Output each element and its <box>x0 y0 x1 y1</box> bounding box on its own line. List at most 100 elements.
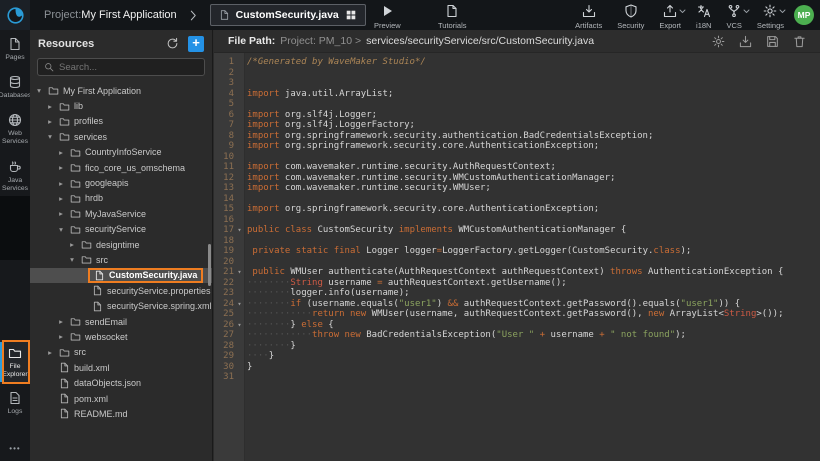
download-icon[interactable] <box>739 35 752 48</box>
expand-arrow-icon[interactable]: ▸ <box>56 194 66 203</box>
code-line[interactable]: 17 ▾ public class CustomSecurity impleme… <box>214 225 820 236</box>
tree-item-myjavaservice[interactable]: ▸ MyJavaService <box>30 206 212 221</box>
code-line[interactable]: 12 import com.wavemaker.runtime.security… <box>214 173 820 184</box>
plus-icon[interactable]: + <box>188 36 204 52</box>
expand-arrow-icon[interactable]: ▾ <box>45 132 55 141</box>
code-line[interactable]: 22 ········String username = authRequest… <box>214 278 820 289</box>
code-pane[interactable]: 1 /*Generated by WaveMaker Studio*/ 2 3 … <box>214 53 820 461</box>
tree-item-profiles[interactable]: ▸ profiles <box>30 114 212 129</box>
tree-item-googleapis[interactable]: ▸ googleapis <box>30 175 212 190</box>
code-line[interactable]: 31 <box>214 372 820 383</box>
grid-icon[interactable] <box>345 9 357 21</box>
topbar-action-vcs[interactable]: VCS <box>726 4 741 30</box>
tree-item-countryinfoservice[interactable]: ▸ CountryInfoService <box>30 145 212 160</box>
tree-item-src[interactable]: ▸ src <box>30 345 212 360</box>
preview-button[interactable]: Preview <box>374 4 401 30</box>
sidebar-item-file-explorer[interactable]: File Explorer <box>0 340 30 384</box>
code-line[interactable]: 8 import org.springframework.security.au… <box>214 131 820 142</box>
code-line[interactable]: 27 ············throw new BadCredentialsE… <box>214 330 820 341</box>
expand-arrow-icon[interactable]: ▸ <box>56 209 66 218</box>
save-icon[interactable] <box>766 35 779 48</box>
code-line[interactable]: 1 /*Generated by WaveMaker Studio*/ <box>214 57 820 68</box>
tree-item-pom-xml[interactable]: pom.xml <box>30 391 212 406</box>
expand-arrow-icon[interactable]: ▸ <box>67 240 77 249</box>
code-line[interactable]: 9 import org.springframework.security.co… <box>214 141 820 152</box>
code-line[interactable]: 13 import com.wavemaker.runtime.security… <box>214 183 820 194</box>
code-line[interactable]: 10 <box>214 152 820 163</box>
tree-item-my-first-application[interactable]: ▾ My First Application <box>30 83 212 98</box>
expand-arrow-icon[interactable]: ▸ <box>45 348 55 357</box>
code-line[interactable]: 29 ····} <box>214 351 820 362</box>
code-line[interactable]: 2 <box>214 68 820 79</box>
tree-item-fico-core-us-omschema[interactable]: ▸ fico_core_us_omschema <box>30 160 212 175</box>
code-line[interactable]: 19 private static final Logger logger=Lo… <box>214 246 820 257</box>
tree-item-lib[interactable]: ▸ lib <box>30 98 212 113</box>
expand-arrow-icon[interactable]: ▸ <box>56 179 66 188</box>
code-line[interactable]: 26 ▾ ········} else { <box>214 320 820 331</box>
code-line[interactable]: 15 import org.springframework.security.c… <box>214 204 820 215</box>
code-line[interactable]: 16 <box>214 215 820 226</box>
topbar-action-artifacts[interactable]: Artifacts <box>575 4 602 30</box>
tree-scrollbar[interactable] <box>208 244 211 286</box>
expand-arrow-icon[interactable]: ▸ <box>45 102 55 111</box>
code-line[interactable]: 14 <box>214 194 820 205</box>
tree-item-dataobjects-json[interactable]: dataObjects.json <box>30 375 212 390</box>
code-line[interactable]: 28 ········} <box>214 341 820 352</box>
code-line[interactable]: 18 <box>214 236 820 247</box>
resource-search[interactable] <box>37 58 205 76</box>
sidebar-item-logs[interactable]: Logs <box>0 384 30 422</box>
tree-item-securityservice[interactable]: ▾ securityService <box>30 222 212 237</box>
sidebar-item-databases[interactable]: Databases <box>0 68 30 106</box>
expand-arrow-icon[interactable]: ▸ <box>45 117 55 126</box>
tree-item-readme-md[interactable]: README.md <box>30 406 212 421</box>
gear-icon[interactable] <box>712 35 725 48</box>
code-line[interactable]: 23 ········logger.info(username); <box>214 288 820 299</box>
tab-customsecurity-java[interactable]: CustomSecurity.java <box>210 4 366 26</box>
search-input[interactable] <box>59 62 198 73</box>
tree-item-build-xml[interactable]: build.xml <box>30 360 212 375</box>
tree-item-services[interactable]: ▾ services <box>30 129 212 144</box>
fold-arrow-icon <box>234 341 245 352</box>
tree-item-hrdb[interactable]: ▸ hrdb <box>30 191 212 206</box>
topbar-action-export[interactable]: Export <box>659 4 681 30</box>
tree-item-src[interactable]: ▾ src <box>30 252 212 267</box>
line-number: 1 <box>214 57 234 68</box>
expand-arrow-icon[interactable]: ▸ <box>56 148 66 157</box>
tree-item-securityservice-properties[interactable]: securityService.properties <box>30 283 212 298</box>
expand-arrow-icon[interactable]: ▸ <box>56 163 66 172</box>
code-line[interactable]: 4 import java.util.ArrayList; <box>214 89 820 100</box>
code-line[interactable]: 21 ▾ public WMUser authenticate(AuthRequ… <box>214 267 820 278</box>
expand-arrow-icon[interactable]: ▾ <box>56 225 66 234</box>
project-switcher[interactable]: Project:My First Application <box>44 9 177 21</box>
code-line[interactable]: 24 ▾ ········if (username.equals("user1"… <box>214 299 820 310</box>
expand-arrow-icon[interactable]: ▸ <box>56 332 66 341</box>
sidebar-item-pages[interactable]: Pages <box>0 30 30 68</box>
code-line[interactable]: 11 import com.wavemaker.runtime.security… <box>214 162 820 173</box>
expand-arrow-icon[interactable]: ▸ <box>56 317 66 326</box>
topbar-action-security[interactable]: Security <box>617 4 644 30</box>
sidebar-item-web-services[interactable]: Web Services <box>0 106 30 152</box>
code-line[interactable]: 5 <box>214 99 820 110</box>
sidebar-item-java-services[interactable]: Java Services <box>0 153 30 199</box>
refresh-icon[interactable] <box>166 37 179 50</box>
code-line[interactable]: 7 import org.slf4j.LoggerFactory; <box>214 120 820 131</box>
code-line[interactable]: 20 <box>214 257 820 268</box>
topbar-action-i18n[interactable]: i18N <box>696 4 711 30</box>
code-line[interactable]: 30 } <box>214 362 820 373</box>
code-line[interactable]: 6 import org.slf4j.Logger; <box>214 110 820 121</box>
tree-item-securityservice-spring-xml[interactable]: securityService.spring.xml <box>30 298 212 313</box>
expand-arrow-icon[interactable]: ▾ <box>34 86 44 95</box>
ellipsis-icon[interactable]: ••• <box>0 444 30 453</box>
topbar-action-settings[interactable]: Settings <box>757 4 784 30</box>
code-line[interactable]: 25 ············return new WMUser(usernam… <box>214 309 820 320</box>
code-line[interactable]: 3 <box>214 78 820 89</box>
tree-item-websocket[interactable]: ▸ websocket <box>30 329 212 344</box>
tutorials-button[interactable]: Tutorials <box>438 4 466 30</box>
tree-item-sendemail[interactable]: ▸ sendEmail <box>30 314 212 329</box>
expand-arrow-icon[interactable]: ▾ <box>67 255 77 264</box>
wavemaker-logo-icon[interactable] <box>0 0 30 30</box>
avatar[interactable]: MP <box>794 5 814 25</box>
trash-icon[interactable] <box>793 35 806 48</box>
tree-item-designtime[interactable]: ▸ designtime <box>30 237 212 252</box>
tree-item-customsecurity-java[interactable]: CustomSecurity.java <box>30 268 212 283</box>
